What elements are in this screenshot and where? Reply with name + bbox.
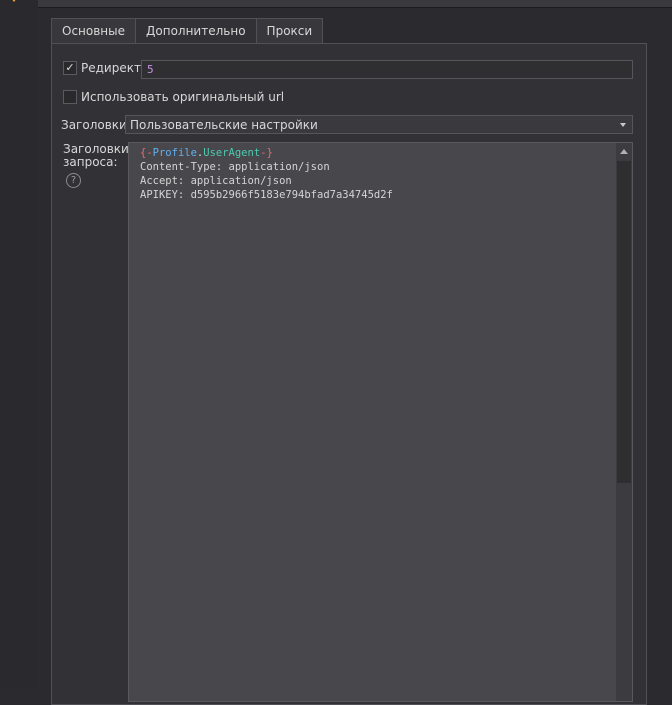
original-url-row: Использовать оригинальный url — [63, 90, 284, 104]
tab-advanced[interactable]: Дополнительно — [135, 18, 257, 45]
scroll-thumb[interactable] — [617, 161, 631, 483]
redirect-row: ✓ Редирект — [63, 61, 141, 75]
tab-bar: Основные Дополнительно Прокси — [51, 18, 324, 45]
request-headers-label: Заголовки запроса: — [63, 143, 129, 169]
macro-open-brace: {- — [140, 147, 153, 159]
code-line-2: Content-Type: application/json — [140, 161, 330, 173]
request-headers-code: {-Profile.UserAgent-} Content-Type: appli… — [140, 146, 393, 202]
top-bar — [38, 0, 672, 8]
request-headers-editor[interactable]: {-Profile.UserAgent-} Content-Type: appli… — [128, 142, 633, 702]
original-url-label: Использовать оригинальный url — [81, 90, 285, 104]
orange-marker-icon — [12, 0, 16, 2]
scroll-up-icon[interactable] — [620, 149, 628, 154]
redirect-checkbox[interactable]: ✓ — [63, 61, 77, 75]
editor-scrollbar[interactable] — [616, 143, 632, 701]
macro-object: Profile — [152, 147, 197, 159]
left-strip — [0, 0, 38, 687]
redirect-count-input[interactable]: 5 — [141, 60, 633, 79]
tab-basic[interactable]: Основные — [51, 18, 137, 44]
macro-property: UserAgent — [203, 147, 261, 159]
headers-select[interactable]: Пользовательские настройки — [125, 115, 633, 134]
code-line-1: {-Profile.UserAgent-} — [140, 146, 393, 160]
original-url-checkbox[interactable] — [63, 90, 77, 104]
request-headers-label-line2: запроса: — [63, 155, 118, 169]
help-icon[interactable]: ? — [66, 173, 81, 188]
macro-close-brace: -} — [260, 147, 273, 159]
code-line-3: Accept: application/json — [140, 175, 292, 187]
chevron-down-icon — [620, 123, 626, 127]
tab-proxy[interactable]: Прокси — [255, 18, 324, 44]
headers-select-value: Пользовательские настройки — [130, 117, 318, 132]
code-line-4: APIKEY: d595b2966f5183e794bfad7a34745d2f — [140, 189, 393, 201]
headers-label: Заголовки: — [61, 118, 131, 132]
redirect-label: Редирект — [81, 61, 141, 75]
